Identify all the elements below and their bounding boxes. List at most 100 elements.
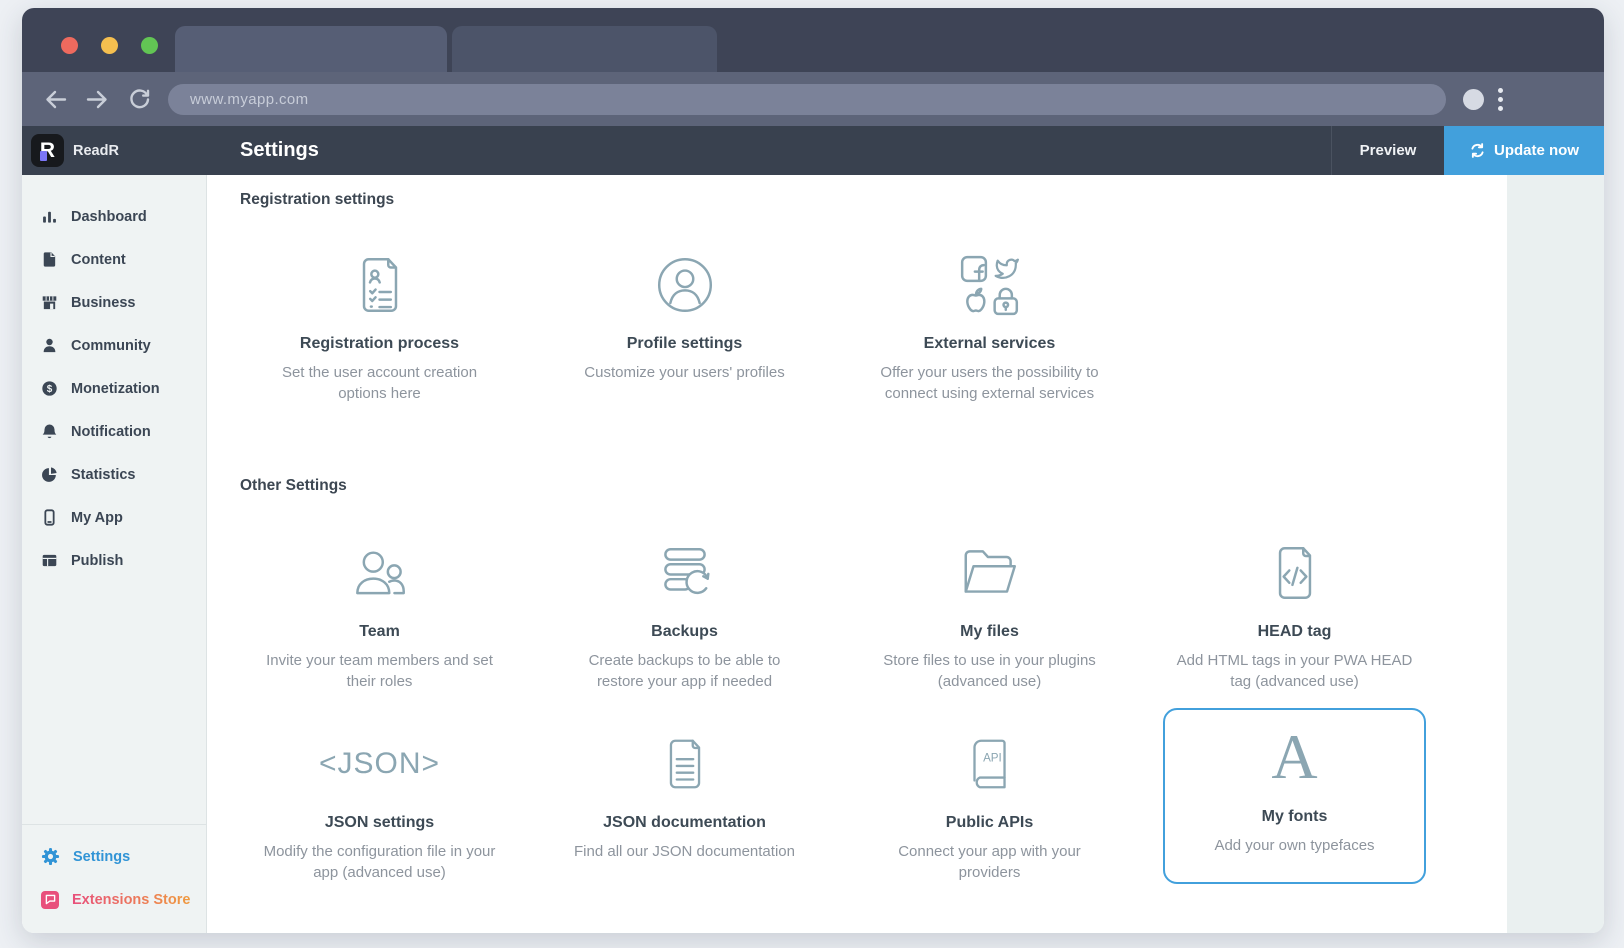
card-title: JSON documentation bbox=[560, 814, 809, 832]
card-registration-process[interactable]: Registration process Set the user accoun… bbox=[227, 243, 532, 405]
sidebar-item-settings[interactable]: Settings bbox=[22, 835, 206, 878]
address-bar[interactable]: www.myapp.com bbox=[168, 84, 1446, 115]
card-title: Public APIs bbox=[865, 814, 1114, 832]
card-title: JSON settings bbox=[255, 814, 504, 832]
back-button[interactable] bbox=[40, 84, 70, 114]
registration-cards: Registration process Set the user accoun… bbox=[227, 243, 1479, 405]
back-arrow-icon bbox=[44, 88, 67, 111]
sidebar-item-extensions-store[interactable]: Extensions Store bbox=[22, 878, 206, 921]
sidebar-footer: Settings Extensions Store bbox=[22, 824, 206, 933]
card-head-tag[interactable]: HEAD tag Add HTML tags in your PWA HEAD … bbox=[1142, 531, 1447, 693]
other-settings-cards-row1: Team Invite your team members and set th… bbox=[227, 531, 1479, 693]
reload-icon bbox=[128, 88, 151, 111]
section-heading-registration: Registration settings bbox=[240, 191, 1479, 209]
card-description: Offer your users the possibility to conn… bbox=[869, 362, 1111, 405]
settings-content: Registration settings bbox=[207, 175, 1507, 933]
card-description: Store files to use in your plugins (adva… bbox=[869, 650, 1111, 693]
sidebar: Dashboard Content Business Community $ M… bbox=[22, 175, 207, 933]
reload-button[interactable] bbox=[124, 84, 154, 114]
browser-tab-active[interactable] bbox=[175, 26, 447, 72]
card-title: External services bbox=[865, 335, 1114, 353]
svg-text:API: API bbox=[983, 752, 1002, 765]
profile-circle-icon bbox=[652, 252, 718, 318]
sidebar-item-publish[interactable]: Publish bbox=[22, 539, 206, 582]
team-icon bbox=[347, 540, 413, 606]
sidebar-item-community[interactable]: Community bbox=[22, 324, 206, 367]
maximize-window-button[interactable] bbox=[141, 37, 158, 54]
page-title: Settings bbox=[240, 126, 319, 175]
sidebar-item-statistics[interactable]: Statistics bbox=[22, 453, 206, 496]
card-description: Add your own typefaces bbox=[1174, 835, 1416, 856]
app-name: ReadR bbox=[73, 143, 119, 159]
card-description: Customize your users' profiles bbox=[564, 362, 806, 383]
card-json-settings[interactable]: <JSON> JSON settings Modify the configur… bbox=[227, 722, 532, 884]
card-description: Create backups to be able to restore you… bbox=[564, 650, 806, 693]
app-logo-block[interactable]: R ReadR bbox=[22, 126, 207, 175]
section-heading-other: Other Settings bbox=[240, 477, 1479, 495]
card-description: Invite your team members and set their r… bbox=[259, 650, 501, 693]
minimize-window-button[interactable] bbox=[101, 37, 118, 54]
json-text-icon: <JSON> bbox=[319, 747, 440, 781]
social-services-icon bbox=[957, 252, 1023, 318]
card-json-documentation[interactable]: JSON documentation Find all our JSON doc… bbox=[532, 722, 837, 884]
api-book-icon: API bbox=[959, 733, 1021, 795]
card-my-files[interactable]: My files Store files to use in your plug… bbox=[837, 531, 1142, 693]
browser-menu-button[interactable] bbox=[1498, 88, 1503, 111]
browser-profile-avatar[interactable] bbox=[1463, 89, 1484, 110]
svg-text:$: $ bbox=[47, 384, 53, 395]
app-header: R ReadR Settings Preview Update now bbox=[22, 126, 1604, 175]
card-profile-settings[interactable]: Profile settings Customize your users' p… bbox=[532, 243, 837, 405]
card-description: Find all our JSON documentation bbox=[564, 841, 806, 862]
sidebar-item-business[interactable]: Business bbox=[22, 281, 206, 324]
card-title: Registration process bbox=[255, 335, 504, 353]
browser-window-icon bbox=[41, 552, 58, 569]
card-backups[interactable]: Backups Create backups to be able to res… bbox=[532, 531, 837, 693]
card-title: My files bbox=[865, 623, 1114, 641]
card-team[interactable]: Team Invite your team members and set th… bbox=[227, 531, 532, 693]
storefront-icon bbox=[41, 294, 58, 311]
dollar-icon: $ bbox=[41, 380, 58, 397]
smartphone-icon bbox=[41, 509, 58, 526]
card-description: Connect your app with your providers bbox=[869, 841, 1111, 884]
sidebar-item-dashboard[interactable]: Dashboard bbox=[22, 195, 206, 238]
browser-tab-background[interactable] bbox=[452, 26, 717, 72]
card-description: Add HTML tags in your PWA HEAD tag (adva… bbox=[1174, 650, 1416, 693]
card-description: Set the user account creation options he… bbox=[259, 362, 501, 405]
card-public-apis[interactable]: API Public APIs Connect your app with yo… bbox=[837, 722, 1142, 884]
card-description: Modify the configuration file in your ap… bbox=[259, 841, 501, 884]
card-external-services[interactable]: External services Offer your users the p… bbox=[837, 243, 1142, 405]
readr-logo: R bbox=[31, 134, 64, 167]
card-my-fonts-selected[interactable]: A My fonts Add your own typefaces bbox=[1163, 708, 1426, 884]
browser-titlebar bbox=[22, 8, 1604, 72]
sidebar-item-notification[interactable]: Notification bbox=[22, 410, 206, 453]
sidebar-item-my-app[interactable]: My App bbox=[22, 496, 206, 539]
bell-icon bbox=[41, 423, 58, 440]
card-title: My fonts bbox=[1173, 808, 1416, 826]
preview-button[interactable]: Preview bbox=[1331, 126, 1444, 175]
registration-doc-icon bbox=[347, 252, 413, 318]
forward-button[interactable] bbox=[82, 84, 112, 114]
forward-arrow-icon bbox=[86, 88, 109, 111]
person-icon bbox=[41, 337, 58, 354]
card-title: Profile settings bbox=[560, 335, 809, 353]
sidebar-item-content[interactable]: Content bbox=[22, 238, 206, 281]
backups-icon bbox=[652, 540, 718, 606]
browser-window: www.myapp.com R ReadR Settings Preview U… bbox=[22, 8, 1604, 933]
bar-chart-icon bbox=[41, 208, 58, 225]
sidebar-item-monetization[interactable]: $ Monetization bbox=[22, 367, 206, 410]
close-window-button[interactable] bbox=[61, 37, 78, 54]
font-a-icon: A bbox=[1271, 725, 1317, 789]
lines-doc-icon bbox=[654, 733, 716, 795]
gear-icon bbox=[41, 847, 60, 866]
extensions-icon bbox=[41, 891, 59, 909]
card-title: Backups bbox=[560, 623, 809, 641]
right-gutter bbox=[1507, 175, 1604, 933]
card-title: Team bbox=[255, 623, 504, 641]
folder-icon bbox=[957, 540, 1023, 606]
refresh-icon bbox=[1469, 142, 1486, 159]
browser-toolbar: www.myapp.com bbox=[22, 72, 1604, 126]
url-text: www.myapp.com bbox=[190, 91, 309, 108]
pie-chart-icon bbox=[41, 466, 58, 483]
document-icon bbox=[41, 251, 58, 268]
update-now-button[interactable]: Update now bbox=[1444, 126, 1604, 175]
